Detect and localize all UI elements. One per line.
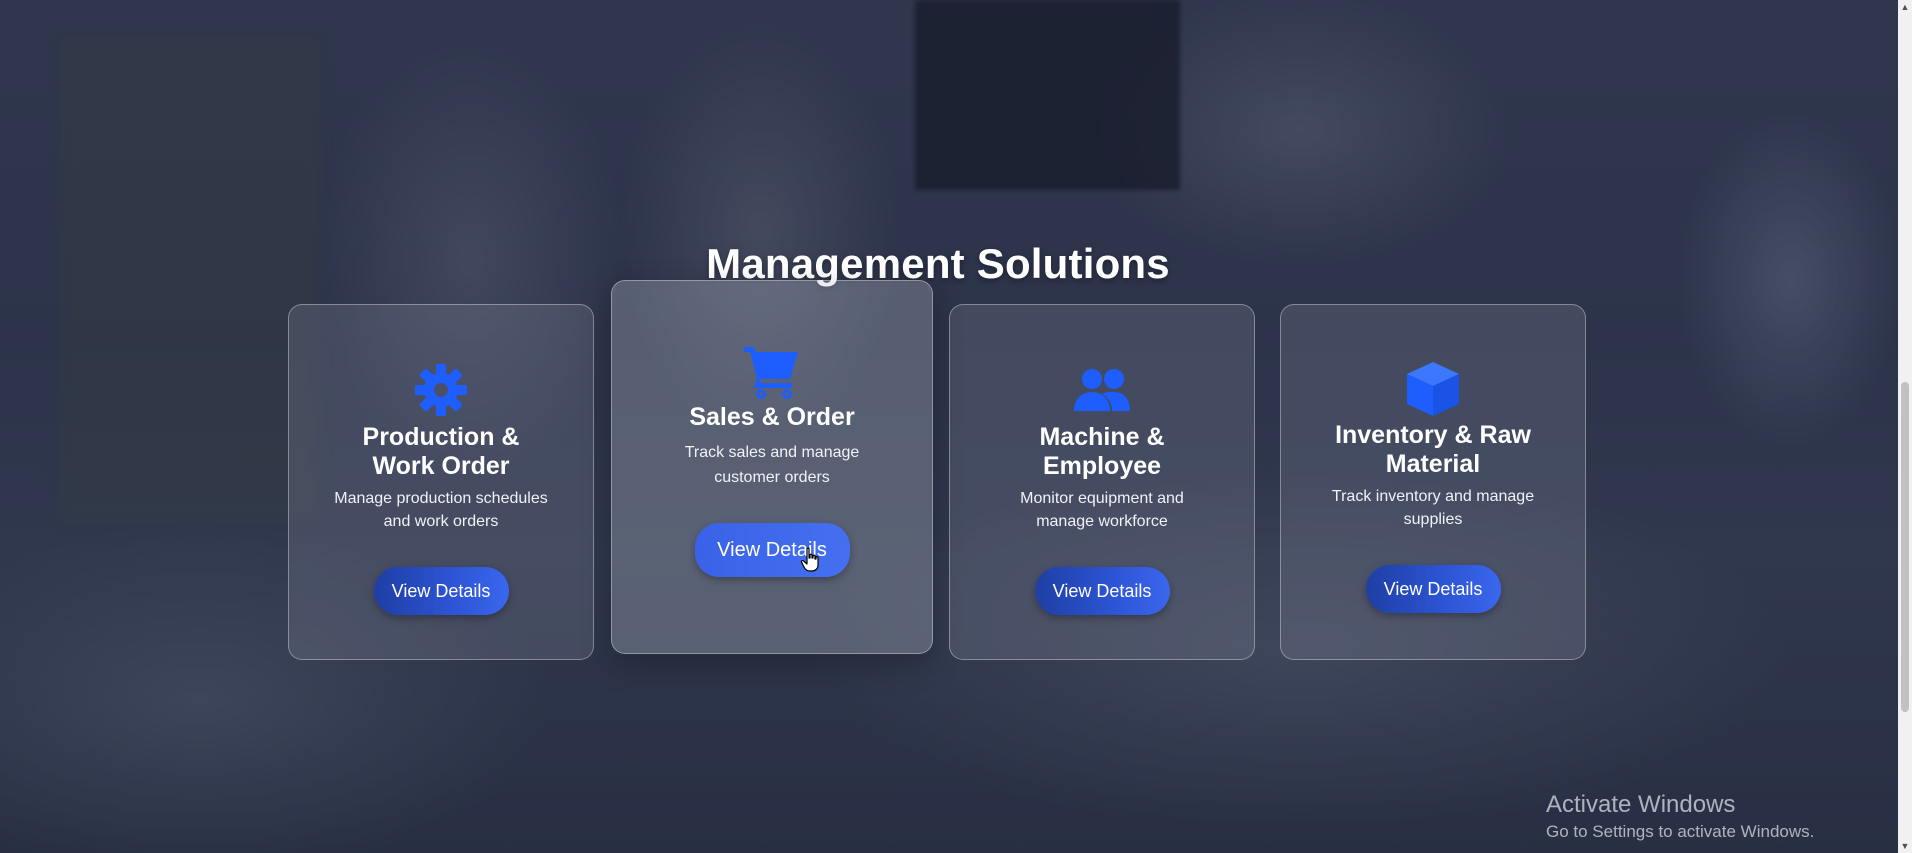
card-title-line2: Work Order: [372, 452, 510, 480]
card-description-line2: and work orders: [383, 513, 499, 530]
card-description-line1: Monitor equipment and: [1020, 490, 1184, 507]
card-title-line2: Material: [1385, 450, 1481, 478]
card-description-line1: Track inventory and manage: [1331, 488, 1535, 505]
watermark-subtitle: Go to Settings to activate Windows.: [1546, 822, 1815, 841]
vertical-scrollbar[interactable]: ▲ ▼: [1898, 0, 1912, 853]
card-title-line2: Employee: [1042, 452, 1162, 480]
scroll-down-arrow-icon[interactable]: ▼: [1898, 839, 1912, 853]
card-production-work-order: Production & Work Order Manage productio…: [288, 304, 594, 660]
watermark-title: Activate Windows: [1546, 791, 1736, 818]
windows-activation-watermark: Activate Windows Go to Settings to activ…: [1546, 790, 1814, 844]
cube-icon: [1407, 362, 1459, 416]
page-viewport: Management Solutions Production & Work O…: [0, 0, 1912, 853]
shopping-cart-icon: [744, 347, 798, 399]
section-title: Management Solutions: [706, 239, 1170, 287]
view-details-button-sales[interactable]: View Details: [694, 523, 850, 577]
card-inventory-raw-material: Inventory & Raw Material Track inventory…: [1280, 304, 1586, 660]
card-title-line1: Inventory & Raw: [1335, 421, 1531, 449]
view-details-button-production[interactable]: View Details: [373, 567, 509, 615]
hand-cursor-icon: [800, 547, 819, 572]
scrollbar-thumb[interactable]: [1901, 382, 1909, 712]
view-details-button-machine[interactable]: View Details: [1034, 567, 1170, 615]
card-title-line1: Machine &: [1039, 423, 1165, 451]
card-machine-employee: Machine & Employee Monitor equipment and…: [949, 304, 1255, 660]
card-sales-order: Sales & Order Track sales and manage cus…: [611, 280, 933, 654]
card-description-line2: customer orders: [714, 469, 830, 486]
card-title-line1: Production &: [362, 423, 520, 451]
card-description-line1: Manage production schedules: [334, 490, 548, 507]
users-icon: [1074, 369, 1130, 411]
card-description-line2: supplies: [1403, 511, 1463, 528]
card-title: Sales & Order: [689, 403, 855, 431]
gear-icon: [415, 364, 467, 416]
scroll-up-arrow-icon[interactable]: ▲: [1898, 0, 1912, 14]
card-description-line1: Track sales and manage: [684, 444, 860, 461]
card-description-line2: manage workforce: [1036, 513, 1168, 530]
view-details-button-inventory[interactable]: View Details: [1365, 565, 1501, 613]
